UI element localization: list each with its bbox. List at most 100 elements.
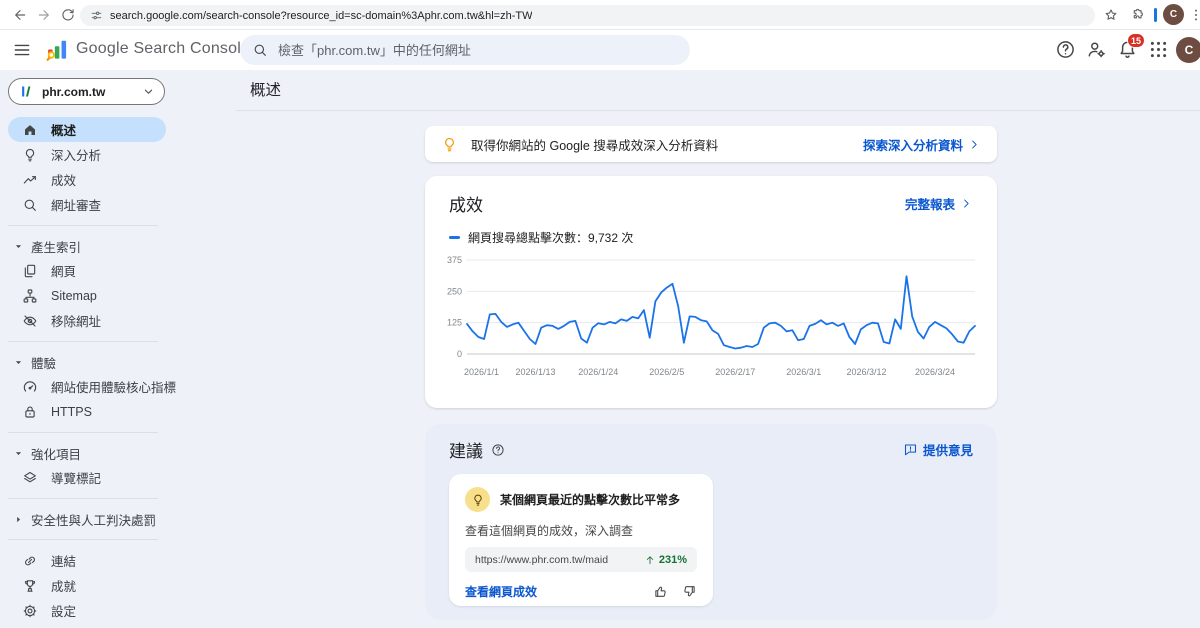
caret-down-icon — [12, 240, 25, 253]
sidebar-item-insights[interactable]: 深入分析 — [8, 142, 166, 167]
clicks-legend-chip[interactable]: 網頁搜尋總點擊次數：9,732 次 — [449, 229, 973, 246]
help-icon[interactable] — [1055, 39, 1076, 60]
hamburger-menu-icon[interactable] — [12, 40, 32, 60]
clicks-change-badge: 231% — [644, 554, 687, 566]
eye-off-icon — [22, 313, 38, 329]
sidebar-item-breadcrumbs[interactable]: 導覽標記 — [8, 465, 166, 490]
sidebar-item-label: 連結 — [51, 551, 76, 570]
svg-text:2026/3/12: 2026/3/12 — [847, 367, 887, 377]
recommendations-section: 建議 提供意見 某個網頁最近的點擊次數比平常多 查看這個網頁的成效，深入調查 — [425, 424, 997, 620]
extensions-icon[interactable] — [1130, 7, 1146, 23]
lightbulb-icon — [471, 493, 485, 507]
search-icon — [252, 42, 268, 58]
sidebar-item-label: 設定 — [51, 601, 76, 620]
svg-text:2026/2/17: 2026/2/17 — [715, 367, 755, 377]
browser-profile-avatar[interactable]: C — [1163, 4, 1184, 25]
url-text: search.google.com/search-console?resourc… — [110, 10, 532, 22]
browser-menu-icon[interactable] — [1188, 7, 1200, 23]
chevron-down-icon — [141, 84, 156, 99]
sidebar-section-security-manual-actions[interactable]: 安全性與人工判決處罰 — [12, 507, 236, 531]
notifications-button[interactable]: 15 — [1117, 39, 1138, 60]
sidebar-item-label: 深入分析 — [51, 145, 101, 164]
app-header: Google Search Console 15 C — [0, 30, 1200, 70]
sidebar-section-label: 安全性與人工判決處罰 — [31, 510, 156, 529]
layers-icon — [22, 470, 38, 486]
svg-text:2026/1/24: 2026/1/24 — [578, 367, 618, 377]
recommendation-card: 某個網頁最近的點擊次數比平常多 查看這個網頁的成效，深入調查 https://w… — [449, 474, 713, 606]
sidebar-item-overview[interactable]: 概述 — [8, 117, 166, 142]
bulb-icon — [22, 147, 38, 163]
url-inspect-search-bar[interactable] — [240, 35, 690, 65]
give-feedback-label: 提供意見 — [923, 440, 973, 459]
sidebar-item-label: 網頁 — [51, 261, 76, 280]
full-report-label: 完整報表 — [905, 194, 955, 213]
sidebar-section-label: 體驗 — [31, 353, 56, 372]
sidebar-section-indexing[interactable]: 產生索引 — [12, 234, 236, 258]
banner-text: 取得你網站的 Google 搜尋成效深入分析資料 — [471, 135, 850, 154]
performance-chart[interactable]: 01252503752026/1/12026/1/132026/1/242026… — [440, 254, 980, 382]
sidebar-item-url-inspection[interactable]: 網址審查 — [8, 192, 166, 217]
caret-right-icon — [12, 513, 25, 526]
sidebar-section-label: 產生索引 — [31, 237, 81, 256]
account-avatar[interactable]: C — [1176, 37, 1200, 63]
help-circle-icon[interactable] — [491, 443, 505, 457]
recommendations-title: 建議 — [449, 437, 483, 462]
sidebar-section-experience[interactable]: 體驗 — [12, 350, 236, 374]
give-feedback-link[interactable]: 提供意見 — [903, 440, 973, 459]
google-apps-grid-icon[interactable] — [1148, 39, 1169, 60]
insights-banner: 取得你網站的 Google 搜尋成效深入分析資料 探索深入分析資料 — [425, 126, 997, 162]
sidebar-item-label: 網站使用體驗核心指標 — [51, 377, 176, 396]
svg-text:2026/3/1: 2026/3/1 — [786, 367, 821, 377]
trend-icon — [22, 172, 38, 188]
chevron-right-icon — [960, 197, 973, 210]
thumbs-down-icon[interactable] — [682, 584, 697, 599]
site-info-icon[interactable] — [90, 9, 103, 22]
full-report-link[interactable]: 完整報表 — [905, 194, 973, 213]
sidebar-item-label: 網址審查 — [51, 195, 101, 214]
home-icon — [22, 122, 38, 138]
sidebar-item-links[interactable]: 連結 — [8, 548, 166, 573]
sidebar-item-https[interactable]: HTTPS — [8, 399, 166, 424]
bookmark-star-icon[interactable] — [1103, 7, 1119, 23]
search-console-logo-icon[interactable] — [44, 37, 70, 63]
explore-insights-link[interactable]: 探索深入分析資料 — [863, 135, 981, 154]
svg-text:125: 125 — [447, 318, 462, 328]
svg-text:2026/1/13: 2026/1/13 — [515, 367, 555, 377]
sidebar-item-performance[interactable]: 成效 — [8, 167, 166, 192]
browser-forward-icon[interactable] — [36, 7, 52, 23]
user-settings-icon[interactable] — [1086, 39, 1107, 60]
page-url-box: https://www.phr.com.tw/maid 231% — [465, 547, 697, 572]
page-title: 概述 — [250, 78, 281, 100]
sidebar-nav: 概述 深入分析 成效 網址審查 產生索引 網頁 Sitemap 移除網址 體驗 … — [0, 117, 236, 628]
sidebar-item-label: 成效 — [51, 170, 76, 189]
browser-reload-icon[interactable] — [60, 7, 76, 23]
address-bar[interactable]: search.google.com/search-console?resourc… — [80, 5, 1095, 26]
sidebar-item-label: Sitemap — [51, 289, 97, 303]
view-page-performance-link[interactable]: 查看網頁成效 — [465, 583, 537, 600]
lightbulb-icon — [441, 136, 458, 153]
performance-title: 成效 — [449, 191, 483, 216]
sidebar-item-pages[interactable]: 網頁 — [8, 258, 166, 283]
svg-text:2026/3/24: 2026/3/24 — [915, 367, 955, 377]
search-input[interactable] — [278, 43, 678, 58]
sidebar-section-enhancements[interactable]: 強化項目 — [12, 441, 236, 465]
recommendation-subtext: 查看這個網頁的成效，深入調查 — [465, 522, 697, 539]
performance-card: 成效 完整報表 網頁搜尋總點擊次數：9,732 次 01252503752026… — [425, 176, 997, 408]
caret-down-icon — [12, 447, 25, 460]
app-title: Google Search Console — [76, 40, 250, 58]
trophy-icon — [22, 578, 38, 594]
side-panel-indicator — [1154, 8, 1157, 22]
sidebar-item-core-web-vitals[interactable]: 網站使用體驗核心指標 — [8, 374, 166, 399]
sidebar-item-settings[interactable]: 設定 — [8, 598, 166, 623]
sidebar-item-removals[interactable]: 移除網址 — [8, 308, 166, 333]
sidebar-divider — [8, 539, 158, 540]
caret-down-icon — [12, 356, 25, 369]
sidebar-divider — [8, 341, 158, 342]
sidebar-item-sitemaps[interactable]: Sitemap — [8, 283, 166, 308]
browser-toolbar: search.google.com/search-console?resourc… — [0, 0, 1200, 30]
browser-back-icon[interactable] — [12, 7, 28, 23]
thumbs-up-icon[interactable] — [653, 584, 668, 599]
property-selector[interactable]: phr.com.tw — [8, 78, 165, 105]
sidebar-item-achievements[interactable]: 成就 — [8, 573, 166, 598]
sidebar-item-label: 導覽標記 — [51, 468, 101, 487]
